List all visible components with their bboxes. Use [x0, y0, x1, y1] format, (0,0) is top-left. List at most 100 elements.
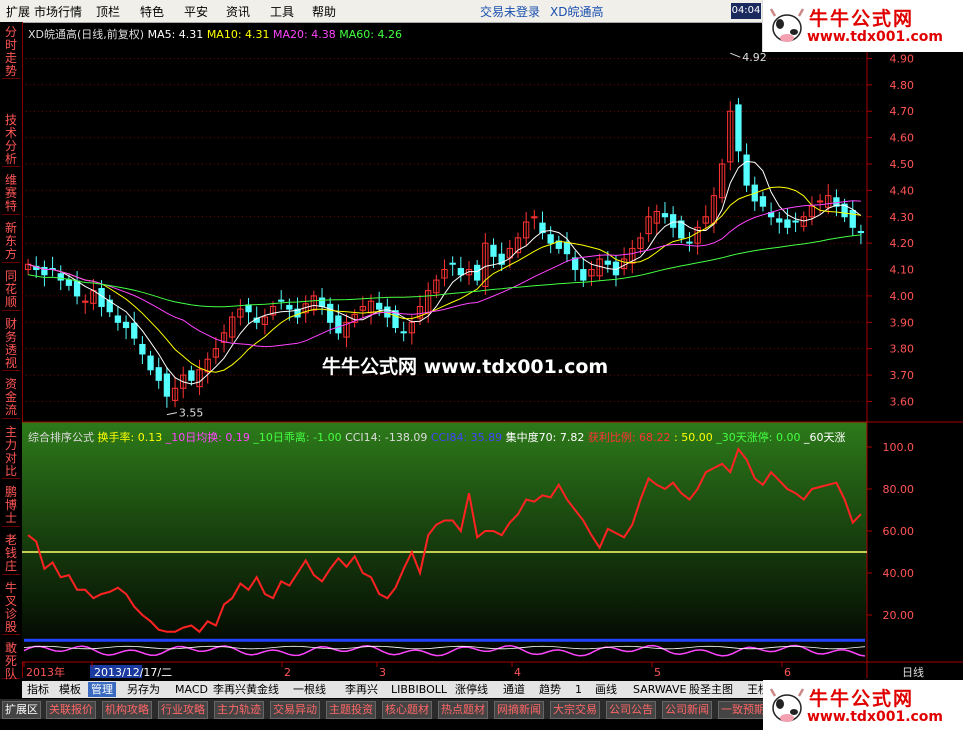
footer-tab-1[interactable]: 关联报价	[46, 701, 96, 719]
candle-body	[449, 262, 456, 265]
toolbar-item-2[interactable]: 管理	[88, 682, 116, 697]
toolbar-item-12[interactable]: 1	[572, 682, 585, 697]
footer-tab-6[interactable]: 主题投资	[326, 701, 376, 719]
price-tick-label: 3.60	[890, 395, 915, 408]
indicator-value-1: _10日均换: 0.19	[162, 431, 250, 444]
indicator-value-0: 换手率: 0.13	[97, 431, 163, 444]
extreme-pointer	[166, 412, 177, 416]
candle-body	[65, 279, 73, 286]
menu-news[interactable]: 资讯	[226, 3, 250, 20]
tab-weisaite[interactable]: 维赛特	[2, 174, 20, 215]
toolbar-item-0[interactable]: 指标	[24, 682, 52, 697]
footer-tab-4[interactable]: 主力轨迹	[214, 701, 264, 719]
footer-tab-5[interactable]: 交易异动	[270, 701, 320, 719]
ma10-label: MA10: 4.31	[206, 28, 270, 41]
footer-tab-13[interactable]: 一致预期	[718, 701, 768, 719]
tab-main-compare[interactable]: 主力对比	[2, 426, 20, 479]
candle-body	[776, 218, 783, 223]
candle-body	[57, 273, 64, 281]
candle-body	[400, 331, 407, 334]
price-tick-label: 4.80	[890, 79, 915, 92]
candle-body	[547, 234, 554, 244]
footer-tab-10[interactable]: 大宗交易	[550, 701, 600, 719]
candle-body	[759, 196, 767, 207]
footer-tab-9[interactable]: 网摘新闻	[494, 701, 544, 719]
period-label: 日线	[902, 665, 924, 678]
menu-feature[interactable]: 特色	[140, 3, 164, 20]
toolbar-item-9[interactable]: 涨停线	[452, 682, 491, 697]
tab-niucha[interactable]: 牛叉诊股	[2, 582, 20, 635]
toolbar-item-14[interactable]: SARWAVE	[630, 682, 689, 697]
toolbar-item-6[interactable]: 一根线	[290, 682, 329, 697]
extreme-label: 4.92	[742, 51, 767, 64]
toolbar-item-11[interactable]: 趋势	[536, 682, 564, 697]
footer-tab-3[interactable]: 行业攻略	[158, 701, 208, 719]
tab-gansidui[interactable]: 敢死队	[2, 642, 20, 681]
tab-technical[interactable]: 技术分析	[2, 114, 20, 167]
toolbar-item-15[interactable]: 股圣主图	[686, 682, 736, 697]
candle-body	[114, 315, 122, 323]
tab-capital-flow[interactable]: 资金流	[2, 378, 20, 419]
menu-help[interactable]: 帮助	[312, 3, 336, 20]
brand-logo: 牛牛公式网 www.tdx001.com	[762, 0, 963, 52]
menu-topbar[interactable]: 顶栏	[96, 3, 120, 20]
tab-tonghuashun[interactable]: 同花顺	[2, 270, 20, 311]
logo-url: www.tdx001.com	[807, 29, 944, 45]
price-tick-label: 3.80	[890, 343, 915, 356]
indicator-info-bar: 综合排序公式 换手率: 0.13 _10日均换: 0.19 _10日乖离: -1…	[28, 429, 845, 445]
toolbar-item-3[interactable]: 另存为	[124, 682, 163, 697]
xaxis-tick-label: 2013年	[26, 665, 65, 678]
chart-canvas[interactable]: 4.90 4.80 4.70 4.60 4.50 4.40 4.30 4.20 4.10 4.00…	[22, 22, 963, 678]
footer-tab-2[interactable]: 机构攻略	[102, 701, 152, 719]
tab-xindongfang[interactable]: 新东方	[2, 222, 20, 263]
stock-title: XD皖通高	[550, 5, 604, 19]
toolbar-item-4[interactable]: MACD	[172, 682, 211, 697]
footer-tab-7[interactable]: 核心题材	[382, 701, 432, 719]
indicator-value-6: 获利比例: 68.22	[584, 431, 671, 444]
xaxis-tick-label: 4	[514, 666, 521, 678]
toolbar-item-7[interactable]: 李再兴	[342, 682, 381, 697]
toolbar-item-13[interactable]: 画线	[592, 682, 620, 697]
footer-tab-0[interactable]: 扩展区	[2, 701, 41, 719]
indicator-value-8: _30天涨停: 0.00	[712, 431, 801, 444]
toolbar-item-1[interactable]: 模板	[56, 682, 84, 697]
footer-tab-11[interactable]: 公司公告	[606, 701, 656, 719]
toolbar-item-8[interactable]: LIBBIBOLL	[388, 682, 450, 697]
candle-body	[580, 269, 587, 281]
price-tick-label: 4.00	[890, 290, 915, 303]
price-tick-label: 3.70	[890, 369, 915, 382]
footer-tab-8[interactable]: 热点题材	[438, 701, 488, 719]
indicator-value-2: _10日乖离: -1.00	[249, 431, 342, 444]
menu-tools[interactable]: 工具	[270, 3, 294, 20]
footer-tab-bar: 扩展区 关联报价 机构攻略 行业攻略 主力轨迹 交易异动 主题投资 核心题材 热点题材 网摘新闻大…	[0, 699, 768, 719]
cow-icon	[769, 688, 805, 722]
candle-body	[474, 264, 481, 281]
xaxis-tick-label: 5	[654, 666, 661, 678]
tab-pengboshi[interactable]: 鹏博士	[2, 486, 20, 527]
menu-pingan[interactable]: 平安	[184, 3, 208, 20]
login-status[interactable]: 交易未登录	[480, 3, 540, 20]
menu-extend[interactable]: 扩展	[6, 3, 30, 20]
chart-area[interactable]: 4.90 4.80 4.70 4.60 4.50 4.40 4.30 4.20 4.10 4.00…	[22, 22, 963, 678]
indicator-value-5: 集中度70: 7.82	[502, 431, 585, 444]
extreme-pointer	[730, 52, 741, 58]
price-tick-label: 4.70	[890, 105, 915, 118]
menu-market[interactable]: 市场行情	[34, 3, 82, 20]
toolbar-item-10[interactable]: 通道	[500, 682, 528, 697]
tab-intraday[interactable]: 分时走势	[2, 24, 20, 79]
tab-financial[interactable]: 财务透视	[2, 318, 20, 371]
candle-body	[604, 260, 611, 265]
candle-body	[735, 104, 742, 152]
tab-laoqianzhuang[interactable]: 老钱庄	[2, 534, 20, 575]
ma5-label: MA5: 4.31	[147, 28, 204, 41]
candle-body	[155, 367, 162, 381]
indicator-value-3: CCI14: -138.09	[341, 431, 428, 444]
candle-body	[792, 220, 799, 223]
candle-body	[490, 244, 497, 257]
footer-tab-12[interactable]: 公司新闻	[662, 701, 712, 719]
xaxis-tick-label: 3	[379, 666, 386, 678]
ma20-label: MA20: 4.38	[273, 28, 336, 41]
toolbar-item-5[interactable]: 李再兴黄金线	[210, 682, 282, 697]
candle-body	[563, 241, 571, 255]
price-tick-label: 4.40	[890, 184, 915, 197]
